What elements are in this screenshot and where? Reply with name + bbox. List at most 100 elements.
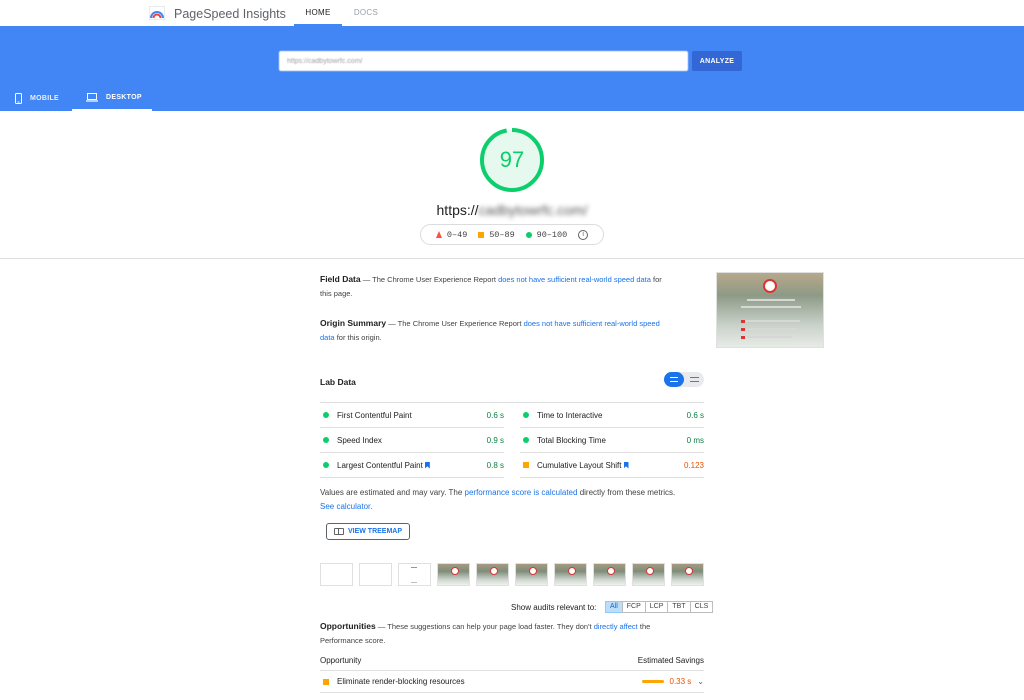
legend-poor-label: 0–49 (446, 229, 468, 240)
metric-value: 0.8 s (486, 460, 504, 470)
metric-speed-index: Speed Index 0.9 s (320, 428, 504, 453)
metrics-view-toggle[interactable] (664, 372, 704, 387)
audit-filter-chips: All FCP LCP TBT CLS (605, 601, 714, 613)
analyze-button[interactable]: ANALYZE (692, 51, 742, 71)
filter-chip-lcp[interactable]: LCP (644, 601, 669, 613)
filmstrip-frame (515, 563, 548, 586)
opportunity-savings: 0.33 s (669, 677, 692, 686)
lab-note-middle: directly from these metrics. (577, 488, 676, 497)
legend-poor: 0–49 (435, 229, 468, 240)
info-icon[interactable]: i (578, 229, 589, 240)
origin-summary-text: — The Chrome User Experience Report (388, 319, 524, 328)
calculator-link[interactable]: See calculator. (320, 502, 372, 511)
field-data-section: Field Data — The Chrome User Experience … (320, 272, 670, 301)
metric-name: Time to Interactive (537, 410, 603, 420)
field-data-link[interactable]: does not have sufficient real-world spee… (498, 275, 651, 284)
view-treemap-button[interactable]: VIEW TREEMAP (326, 523, 410, 540)
filter-chip-all[interactable]: All (605, 601, 623, 613)
final-screenshot (716, 272, 824, 348)
orange-square-icon (323, 678, 329, 685)
opportunities-section: Opportunities — These suggestions can he… (320, 619, 670, 648)
score-legend: 0–49 50–89 90–100 i (420, 224, 604, 245)
tab-desktop-label: DESKTOP (106, 93, 142, 101)
core-web-vital-bookmark-icon (424, 461, 430, 469)
filmstrip-frame (437, 563, 470, 586)
filmstrip-frame (554, 563, 587, 586)
filter-chip-fcp[interactable]: FCP (621, 601, 646, 613)
opportunity-row[interactable]: Eliminate render-blocking resources 0.33… (320, 671, 704, 693)
compact-list-icon (670, 377, 678, 382)
filmstrip-frame (632, 563, 665, 586)
core-web-vital-bookmark-icon (623, 461, 629, 469)
metric-cls: Cumulative Layout Shift 0.123 (520, 453, 704, 478)
filmstrip-frame (476, 563, 509, 586)
metric-value: 0.123 (683, 460, 704, 470)
field-data-text: — The Chrome User Experience Report (362, 275, 499, 284)
green-circle-icon (523, 412, 529, 418)
lab-note-text: Values are estimated and may vary. The (320, 488, 465, 497)
opportunity-name: Eliminate render-blocking resources (337, 677, 465, 686)
orange-square-icon (478, 231, 485, 238)
col-opportunity: Opportunity (320, 656, 362, 665)
top-bar: PageSpeed Insights HOME DOCS (0, 0, 1024, 26)
filmstrip-frame (398, 563, 431, 586)
metric-tbt: Total Blocking Time 0 ms (520, 428, 704, 453)
origin-summary-text-end: for this origin. (334, 333, 382, 342)
url-input[interactable] (279, 51, 688, 71)
red-triangle-icon (435, 231, 442, 238)
metric-value: 0 ms (686, 435, 704, 445)
metric-name: First Contentful Paint (337, 410, 412, 420)
origin-summary-section: Origin Summary — The Chrome User Experie… (320, 316, 670, 345)
metric-fcp: First Contentful Paint 0.6 s (320, 403, 504, 428)
metric-name: Total Blocking Time (537, 435, 606, 445)
green-circle-icon (323, 412, 329, 418)
field-data-title: Field Data (320, 274, 361, 284)
metric-value: 0.6 s (686, 410, 704, 420)
metric-value: 0.9 s (486, 435, 504, 445)
metric-value: 0.6 s (486, 410, 504, 420)
nav-docs[interactable]: DOCS (346, 0, 386, 26)
mobile-phone-icon (15, 92, 22, 104)
filmstrip-frame (320, 563, 353, 586)
orange-square-icon (523, 462, 529, 468)
metric-name: Speed Index (337, 435, 382, 445)
filter-chip-tbt[interactable]: TBT (667, 601, 691, 613)
savings-bar (641, 680, 664, 683)
legend-average-label: 50–89 (489, 229, 515, 240)
green-circle-icon (525, 231, 532, 238)
tab-mobile[interactable]: MOBILE (15, 85, 59, 111)
toggle-expanded[interactable] (664, 372, 684, 387)
audit-filter-label: Show audits relevant to: (511, 603, 597, 612)
tab-mobile-label: MOBILE (30, 94, 60, 102)
filter-chip-cls[interactable]: CLS (689, 601, 714, 613)
opportunities-text: — These suggestions can help your page l… (377, 622, 594, 631)
search-header: ANALYZE MOBILE DESKTOP (0, 26, 1024, 111)
directly-affect-link[interactable]: directly affect (594, 622, 638, 631)
chevron-down-icon[interactable]: ⌄ (697, 677, 704, 686)
detailed-list-icon[interactable] (690, 377, 699, 382)
view-treemap-label: VIEW TREEMAP (347, 528, 403, 535)
metric-name: Largest Contentful Paint (337, 460, 423, 470)
section-divider (0, 258, 1024, 259)
metric-lcp: Largest Contentful Paint 0.8 s (320, 453, 504, 478)
pagespeed-logo-icon (149, 6, 165, 20)
nav-home[interactable]: HOME (294, 0, 342, 26)
green-circle-icon (323, 462, 329, 468)
green-circle-icon (523, 437, 529, 443)
legend-average: 50–89 (478, 230, 515, 240)
tested-url-prefix: https:// (436, 202, 479, 218)
legend-good-label: 90–100 (536, 229, 568, 240)
legend-good: 90–100 (525, 229, 568, 240)
performance-score-link[interactable]: performance score is calculated (465, 488, 578, 497)
tested-url: https://cadbytowrfc.com/ (400, 202, 624, 218)
opportunities-title: Opportunities (320, 621, 376, 631)
tab-desktop[interactable]: DESKTOP (72, 85, 152, 111)
app-title[interactable]: PageSpeed Insights (174, 7, 286, 21)
origin-summary-title: Origin Summary (320, 318, 387, 328)
opportunity-table-header: Opportunity Estimated Savings (320, 656, 704, 665)
metric-name: Cumulative Layout Shift (537, 460, 622, 470)
green-circle-icon (323, 437, 329, 443)
lab-data-title: Lab Data (320, 377, 356, 387)
laptop-icon (86, 92, 98, 102)
filmstrip-frame (359, 563, 392, 586)
